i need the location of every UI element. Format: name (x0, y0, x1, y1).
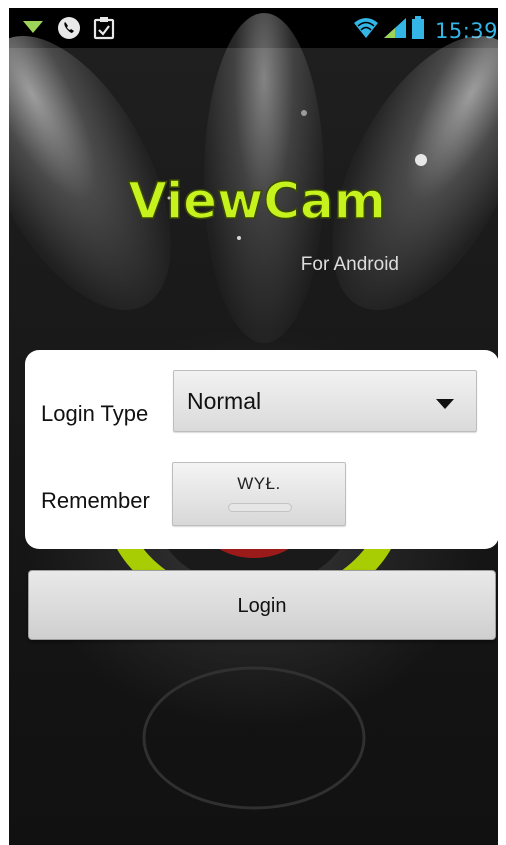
remember-toggle-state: WYŁ. (237, 474, 281, 493)
phone-icon (57, 16, 81, 45)
toggle-indicator (228, 503, 292, 512)
viewcam-logo: ViewCam For Android (127, 110, 427, 275)
login-type-label: Login Type (41, 401, 149, 426)
login-card: Login Type Normal Remember WYŁ. (25, 350, 498, 549)
signal-icon (383, 17, 407, 44)
svg-text:For Android: For Android (301, 254, 399, 275)
remember-label: Remember (41, 488, 150, 513)
battery-icon (411, 16, 425, 45)
clipboard-icon (93, 16, 115, 45)
wifi-icon (353, 17, 379, 44)
login-type-dropdown[interactable]: Normal (173, 370, 477, 432)
app-screen: 15:39 ViewCam For Android Login Type Nor… (9, 8, 498, 845)
remember-toggle[interactable]: WYŁ. (172, 462, 346, 526)
login-type-value: Normal (187, 388, 262, 414)
login-button[interactable]: Login (28, 570, 496, 640)
svg-text:ViewCam: ViewCam (128, 172, 386, 230)
dropdown-arrow-icon (436, 397, 454, 415)
